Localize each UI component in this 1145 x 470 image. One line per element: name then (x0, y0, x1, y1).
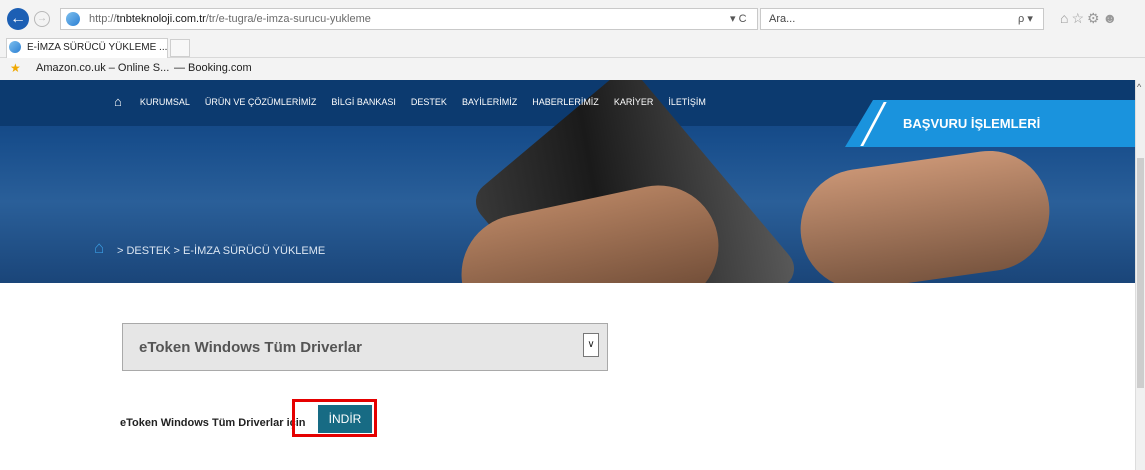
favorite-link-amazon[interactable]: Amazon.co.uk – Online S... (36, 62, 169, 74)
scroll-thumb[interactable] (1137, 158, 1144, 388)
download-label: eToken Windows Tüm Driverlar için (120, 417, 306, 429)
new-tab-button[interactable] (170, 39, 190, 57)
address-bar[interactable]: http://tnbteknoloji.com.tr/tr/e-tugra/e-… (60, 8, 758, 30)
driver-select[interactable]: eToken Windows Tüm Driverlar ∨ (122, 323, 608, 371)
scroll-up-icon[interactable]: ^ (1137, 82, 1141, 92)
favorites-star-icon[interactable]: ★ (10, 61, 21, 75)
select-value: eToken Windows Tüm Driverlar (139, 339, 362, 356)
tab-active[interactable]: E-İMZA SÜRÜCÜ YÜKLEME ... × (6, 38, 168, 58)
menu-item-kariyer[interactable]: KARİYER (614, 97, 654, 109)
menu-item-urunler[interactable]: ÜRÜN VE ÇÖZÜMLERİMİZ (205, 97, 317, 109)
address-refresh-icon[interactable]: ▾ C (730, 12, 747, 25)
chevron-down-icon[interactable]: ∨ (583, 333, 599, 357)
favorites-bar: ★ Amazon.co.uk – Online S... — Booking.c… (0, 58, 1145, 80)
highlight-box (292, 399, 377, 437)
search-input[interactable]: Ara... (760, 8, 1044, 30)
tab-favicon-icon (9, 41, 21, 53)
menu-item-haberlerimiz[interactable]: HABERLERİMİZ (532, 97, 599, 109)
favorite-link-booking[interactable]: — Booking.com (174, 62, 252, 74)
main-menu: ⌂ KURUMSAL ÜRÜN VE ÇÖZÜMLERİMİZ BİLGİ BA… (114, 94, 706, 109)
url-prefix: http:// (89, 13, 117, 25)
menu-item-bilgi-bankasi[interactable]: BİLGİ BANKASI (331, 97, 396, 109)
breadcrumb-home-icon[interactable]: ⌂ (94, 238, 104, 258)
url-host: tnbteknoloji.com.tr (116, 13, 206, 25)
url-path: /tr/e-tugra/e-imza-surucu-yukleme (205, 13, 371, 25)
breadcrumb: > DESTEK > E-İMZA SÜRÜCÜ YÜKLEME (117, 245, 326, 257)
page-favicon-icon (66, 12, 80, 26)
back-button[interactable]: ← (7, 8, 29, 30)
page-scrollbar[interactable]: ^ (1135, 80, 1145, 470)
hero-banner: ⌂ KURUMSAL ÜRÜN VE ÇÖZÜMLERİMİZ BİLGİ BA… (0, 80, 1135, 283)
home-icon[interactable]: ⌂ (114, 94, 122, 109)
toolbar-icons[interactable]: ⌂☆⚙☻ (1060, 10, 1120, 27)
apply-button[interactable]: BAŞVURU İŞLEMLERİ (845, 100, 1135, 147)
menu-item-kurumsal[interactable]: KURUMSAL (140, 97, 190, 109)
menu-item-iletisim[interactable]: İLETİŞİM (668, 97, 706, 109)
menu-item-bayilerimiz[interactable]: BAYİLERİMİZ (462, 97, 517, 109)
forward-button[interactable]: → (34, 11, 50, 27)
page-content: ⌂ KURUMSAL ÜRÜN VE ÇÖZÜMLERİMİZ BİLGİ BA… (0, 80, 1135, 470)
search-icon[interactable]: ρ ▾ (1018, 12, 1033, 25)
menu-item-destek[interactable]: DESTEK (411, 97, 447, 109)
thumb-image (792, 143, 1058, 283)
browser-navbar: ← → http://tnbteknoloji.com.tr/tr/e-tugr… (0, 0, 1145, 36)
